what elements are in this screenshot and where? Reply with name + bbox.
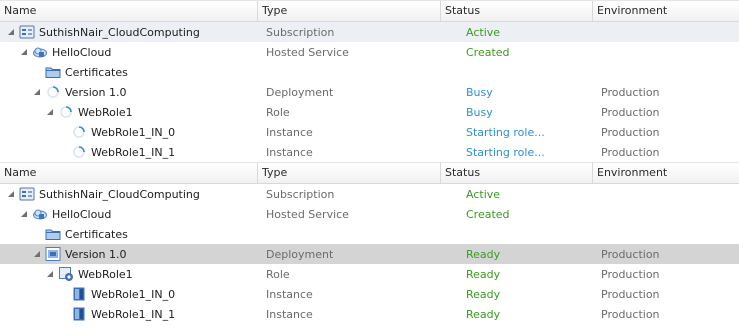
expand-triangle-icon[interactable] xyxy=(19,47,29,57)
tree-grid-before: Name Type Status Environment SuthishNair… xyxy=(0,0,739,162)
deployment-icon xyxy=(45,246,61,262)
cloud-service-icon xyxy=(32,206,48,222)
row-type: Deployment xyxy=(266,85,334,99)
cloud-service-icon xyxy=(32,44,48,60)
folder-icon xyxy=(45,64,61,80)
instance-icon xyxy=(71,306,87,322)
row-name: SuthishNair_CloudComputing xyxy=(39,187,200,201)
row-environment: Production xyxy=(601,287,660,301)
row-status: Created xyxy=(466,45,510,59)
column-header-row: Name Type Status Environment xyxy=(0,162,739,184)
spinner-icon xyxy=(71,144,87,160)
column-header-status[interactable]: Status xyxy=(441,1,593,21)
folder-icon xyxy=(45,226,61,242)
row-name: HelloCloud xyxy=(52,45,112,59)
column-header-type[interactable]: Type xyxy=(258,1,441,21)
row-status: Starting role... xyxy=(466,145,545,159)
row-type: Subscription xyxy=(266,25,335,39)
expand-triangle-icon[interactable] xyxy=(45,107,55,117)
column-header-name[interactable]: Name xyxy=(0,163,258,183)
tree-row-deployment[interactable]: Version 1.0 Deployment Busy Production xyxy=(0,82,739,102)
row-status: Busy xyxy=(466,105,493,119)
row-name: WebRole1_IN_0 xyxy=(91,287,176,301)
row-status: Active xyxy=(466,25,501,39)
column-header-name[interactable]: Name xyxy=(0,1,258,21)
row-type: Role xyxy=(266,105,290,119)
role-icon xyxy=(58,266,74,282)
row-environment: Production xyxy=(601,105,660,119)
tree-row-subscription[interactable]: SuthishNair_CloudComputing Subscription … xyxy=(0,22,739,42)
expand-triangle-icon[interactable] xyxy=(19,209,29,219)
row-status: Ready xyxy=(466,287,501,301)
row-type: Instance xyxy=(266,307,313,321)
row-status: Busy xyxy=(466,85,493,99)
row-name: Certificates xyxy=(65,65,128,79)
row-name: WebRole1 xyxy=(78,267,133,281)
row-type: Hosted Service xyxy=(266,207,349,221)
tree-row-instance[interactable]: WebRole1_IN_1 Instance Ready Production xyxy=(0,304,739,324)
tree-grid-after: Name Type Status Environment SuthishNair… xyxy=(0,162,739,324)
row-name: WebRole1 xyxy=(78,105,133,119)
column-header-row: Name Type Status Environment xyxy=(0,0,739,22)
row-status: Active xyxy=(466,187,501,201)
tree-row-instance[interactable]: WebRole1_IN_0 Instance Ready Production xyxy=(0,284,739,304)
row-type: Hosted Service xyxy=(266,45,349,59)
row-name: WebRole1_IN_0 xyxy=(91,125,176,139)
subscription-icon xyxy=(19,186,35,202)
row-name: WebRole1_IN_1 xyxy=(91,145,176,159)
spinner-icon xyxy=(71,124,87,140)
row-status: Created xyxy=(466,207,510,221)
row-type: Instance xyxy=(266,125,313,139)
row-type: Deployment xyxy=(266,247,334,261)
row-status: Ready xyxy=(466,247,501,261)
tree-row-role[interactable]: WebRole1 Role Busy Production xyxy=(0,102,739,122)
row-name: Version 1.0 xyxy=(65,85,127,99)
row-type: Instance xyxy=(266,145,313,159)
expand-triangle-icon[interactable] xyxy=(45,269,55,279)
expand-triangle-icon[interactable] xyxy=(32,87,42,97)
row-name: Certificates xyxy=(65,227,128,241)
row-type: Role xyxy=(266,267,290,281)
row-type: Instance xyxy=(266,287,313,301)
row-status: Ready xyxy=(466,307,501,321)
column-header-environment[interactable]: Environment xyxy=(593,1,739,21)
row-status: Ready xyxy=(466,267,501,281)
tree-row-hosted-service[interactable]: HelloCloud Hosted Service Created xyxy=(0,204,739,224)
row-environment: Production xyxy=(601,85,660,99)
column-header-status[interactable]: Status xyxy=(441,163,593,183)
column-header-type[interactable]: Type xyxy=(258,163,441,183)
tree-row-certificates[interactable]: Certificates xyxy=(0,62,739,82)
row-environment: Production xyxy=(601,267,660,281)
expand-triangle-icon[interactable] xyxy=(6,27,16,37)
tree-row-role[interactable]: WebRole1 Role Ready Production xyxy=(0,264,739,284)
instance-icon xyxy=(71,286,87,302)
row-name: HelloCloud xyxy=(52,207,112,221)
row-environment: Production xyxy=(601,125,660,139)
tree-row-certificates[interactable]: Certificates xyxy=(0,224,739,244)
expand-triangle-icon[interactable] xyxy=(6,189,16,199)
tree-row-instance[interactable]: WebRole1_IN_1 Instance Starting role... … xyxy=(0,142,739,162)
expand-triangle-icon[interactable] xyxy=(32,249,42,259)
tree-row-instance[interactable]: WebRole1_IN_0 Instance Starting role... … xyxy=(0,122,739,142)
spinner-icon xyxy=(58,104,74,120)
row-name: SuthishNair_CloudComputing xyxy=(39,25,200,39)
row-environment: Production xyxy=(601,307,660,321)
row-status: Starting role... xyxy=(466,125,545,139)
row-environment: Production xyxy=(601,145,660,159)
spinner-icon xyxy=(45,84,61,100)
row-name: Version 1.0 xyxy=(65,247,127,261)
tree-row-deployment[interactable]: Version 1.0 Deployment Ready Production xyxy=(0,244,739,264)
subscription-icon xyxy=(19,24,35,40)
row-type: Subscription xyxy=(266,187,335,201)
row-name: WebRole1_IN_1 xyxy=(91,307,176,321)
tree-row-subscription[interactable]: SuthishNair_CloudComputing Subscription … xyxy=(0,184,739,204)
column-header-environment[interactable]: Environment xyxy=(593,163,739,183)
row-environment: Production xyxy=(601,247,660,261)
tree-row-hosted-service[interactable]: HelloCloud Hosted Service Created xyxy=(0,42,739,62)
